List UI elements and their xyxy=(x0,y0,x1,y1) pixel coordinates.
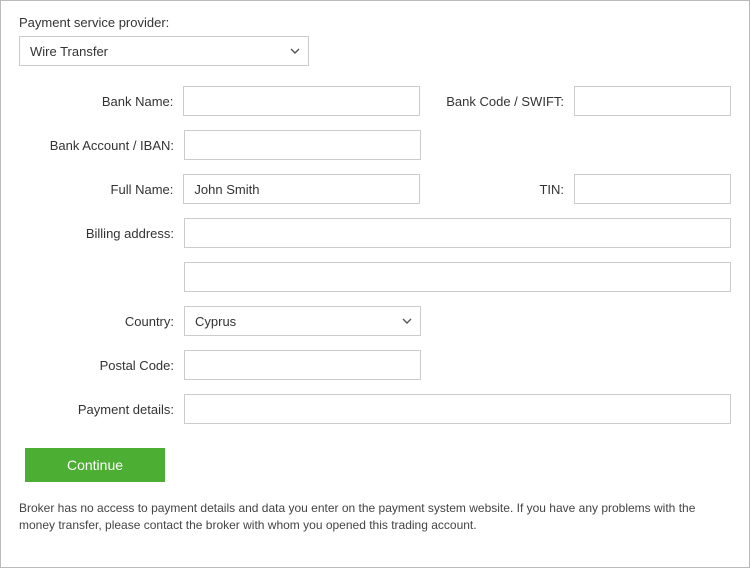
country-label: Country: xyxy=(19,314,184,329)
billing-address-label: Billing address: xyxy=(19,226,184,241)
provider-label: Payment service provider: xyxy=(19,15,731,30)
postal-code-label: Postal Code: xyxy=(19,358,184,373)
form-body: Bank Name: Bank Code / SWIFT: Bank Accou… xyxy=(19,86,731,534)
payment-details-field[interactable] xyxy=(184,394,731,424)
tin-field[interactable] xyxy=(574,174,731,204)
provider-select-value: Wire Transfer xyxy=(19,36,309,66)
row-billing-address2 xyxy=(184,262,731,292)
row-country: Country: Cyprus xyxy=(19,306,731,336)
row-postal-code: Postal Code: xyxy=(19,350,731,380)
continue-button[interactable]: Continue xyxy=(25,448,165,482)
row-payment-details: Payment details: xyxy=(19,394,731,424)
bank-code-label: Bank Code / SWIFT: xyxy=(420,94,574,109)
bank-name-field[interactable] xyxy=(183,86,419,116)
full-name-label: Full Name: xyxy=(19,182,183,197)
billing-address-field[interactable] xyxy=(184,218,731,248)
row-full-name: Full Name: TIN: xyxy=(19,174,731,204)
bank-name-label: Bank Name: xyxy=(19,94,183,109)
tin-label: TIN: xyxy=(420,182,574,197)
postal-code-field[interactable] xyxy=(184,350,421,380)
row-bank-name: Bank Name: Bank Code / SWIFT: xyxy=(19,86,731,116)
bank-account-field[interactable] xyxy=(184,130,421,160)
payment-form-panel: Payment service provider: Wire Transfer … xyxy=(0,0,750,568)
full-name-field[interactable] xyxy=(183,174,419,204)
country-select-value: Cyprus xyxy=(184,306,421,336)
row-bank-account: Bank Account / IBAN: xyxy=(19,130,731,160)
bank-account-label: Bank Account / IBAN: xyxy=(19,138,184,153)
row-billing-address: Billing address: xyxy=(19,218,731,248)
provider-select[interactable]: Wire Transfer xyxy=(19,36,309,66)
country-select[interactable]: Cyprus xyxy=(184,306,421,336)
billing-address2-field[interactable] xyxy=(184,262,731,292)
payment-details-label: Payment details: xyxy=(19,402,184,417)
bank-code-field[interactable] xyxy=(574,86,731,116)
disclaimer-text: Broker has no access to payment details … xyxy=(19,500,731,534)
